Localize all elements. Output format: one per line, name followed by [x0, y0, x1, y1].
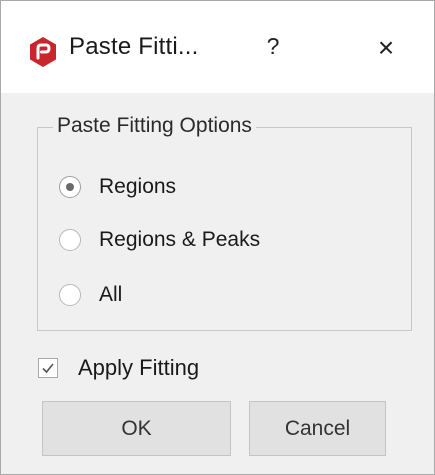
- paste-fitting-dialog: Paste Fitti... ? × Paste Fitting Options…: [0, 0, 435, 475]
- radio-regions-and-peaks[interactable]: Regions & Peaks: [59, 224, 260, 256]
- app-logo-icon: [28, 36, 58, 68]
- apply-fitting-checkbox[interactable]: [38, 358, 58, 378]
- ok-button[interactable]: OK: [42, 401, 231, 456]
- cancel-button[interactable]: Cancel: [249, 401, 386, 456]
- checkmark-icon: [42, 363, 54, 374]
- radio-button[interactable]: [59, 229, 81, 251]
- help-button[interactable]: ?: [263, 33, 283, 63]
- radio-label: Regions & Peaks: [99, 228, 261, 251]
- title-bar: Paste Fitti... ? ×: [1, 1, 434, 93]
- apply-fitting-label: Apply Fitting: [78, 355, 200, 380]
- close-button[interactable]: ×: [373, 31, 399, 65]
- radio-label: All: [99, 283, 123, 306]
- dialog-title: Paste Fitti...: [69, 33, 199, 60]
- radio-regions[interactable]: Regions: [59, 171, 176, 203]
- radio-button[interactable]: [59, 176, 81, 198]
- radio-selected-dot: [66, 183, 74, 191]
- apply-fitting-checkbox-row[interactable]: Apply Fitting: [38, 353, 199, 383]
- radio-button[interactable]: [59, 284, 81, 306]
- radio-all[interactable]: All: [59, 279, 122, 311]
- group-title: Paste Fitting Options: [53, 114, 256, 138]
- radio-label: Regions: [99, 175, 177, 198]
